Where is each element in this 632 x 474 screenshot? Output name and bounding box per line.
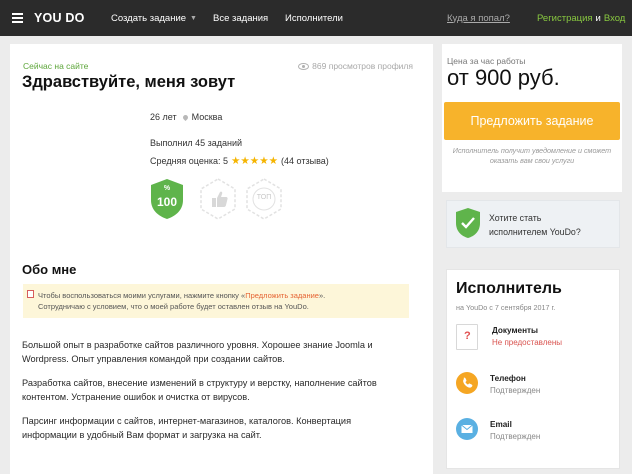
- become-line-1: Хотите стать: [489, 213, 542, 223]
- calendar-icon: [27, 290, 34, 298]
- login-link[interactable]: Вход: [604, 13, 626, 24]
- register-link[interactable]: Регистрация: [537, 13, 593, 24]
- menu-icon[interactable]: [12, 0, 23, 36]
- rating-label: Средняя оценка: 5: [150, 156, 228, 166]
- greeting-heading: Здравствуйте, меня зовут: [22, 73, 236, 91]
- offer-task-button[interactable]: Предложить задание: [444, 102, 620, 140]
- badge-percent: %: [163, 185, 171, 192]
- documents-row: ? Документы Не предоставлены: [456, 324, 562, 350]
- email-row: Email Подтвержден: [456, 418, 540, 441]
- nav-create-task[interactable]: Создать задание ▼: [111, 0, 197, 36]
- email-title: Email: [490, 420, 512, 429]
- executor-card: Исполнитель на YouDo с 7 сентября 2017 г…: [446, 269, 620, 469]
- nav-all-tasks[interactable]: Все задания: [213, 0, 268, 36]
- shield-check-icon: [456, 208, 480, 238]
- thumbs-up-badge[interactable]: [199, 178, 237, 225]
- notice-offer-link[interactable]: Предложить задание: [245, 291, 319, 300]
- city-text: Москва: [191, 112, 223, 122]
- about-paragraph: Разработка сайтов, внесение изменений в …: [22, 378, 377, 402]
- rating-stars-icon: ★★★★★: [230, 155, 279, 167]
- profile-views: 869 просмотров профиля: [298, 61, 413, 71]
- executor-title: Исполнитель: [456, 280, 562, 297]
- top-navigation-bar: YOU DO Создать задание ▼ Все задания Исп…: [0, 0, 632, 36]
- profile-views-text: 869 просмотров профиля: [312, 61, 413, 71]
- become-executor-text: Хотите стать исполнителем YouDo?: [489, 211, 581, 239]
- nav-create-task-label: Создать задание: [111, 12, 187, 24]
- online-status: Сейчас на сайте: [23, 61, 89, 71]
- become-executor-card[interactable]: Хотите стать исполнителем YouDo?: [446, 200, 620, 248]
- phone-glyph: [463, 377, 473, 388]
- profile-card: Сейчас на сайте 869 просмотров профиля З…: [10, 44, 433, 474]
- eye-icon: [298, 62, 310, 70]
- auth-links: Регистрация и Вход: [537, 0, 625, 36]
- about-notice: Чтобы воспользоваться моими услугами, на…: [23, 284, 409, 318]
- phone-title: Телефон: [490, 374, 526, 383]
- phone-status: Подтвержден: [490, 386, 541, 395]
- price-card: Цена за час работы от 900 руб. Предложит…: [442, 44, 622, 192]
- where-am-i-link[interactable]: Куда я попал?: [447, 0, 510, 36]
- age-text: 26 лет: [150, 112, 177, 122]
- notice-text-before: Чтобы воспользоваться моими услугами, на…: [38, 291, 246, 300]
- location-pin-icon: [181, 113, 189, 121]
- notice-line-2: Сотрудничаю с условием, что о моей работ…: [38, 302, 309, 311]
- caret-down-icon: ▼: [190, 14, 197, 22]
- documents-title: Документы: [492, 326, 539, 335]
- documents-status: Не предоставлены: [492, 338, 562, 347]
- top-badge-label: ТОП: [256, 194, 272, 201]
- about-paragraph: Парсинг информации с сайтов, интернет-ма…: [22, 416, 352, 440]
- become-line-2: исполнителем YouDo?: [489, 227, 581, 237]
- auth-separator: и: [595, 12, 601, 24]
- document-icon: ?: [456, 324, 478, 350]
- badge-score: 100: [156, 195, 178, 209]
- top-badge[interactable]: ТОП: [245, 178, 283, 225]
- about-paragraph: Большой опыт в разработке сайтов различн…: [22, 340, 373, 364]
- envelope-glyph: [461, 424, 473, 433]
- phone-row: Телефон Подтвержден: [456, 372, 540, 395]
- nav-executors[interactable]: Исполнители: [285, 0, 343, 36]
- percent-100-badge[interactable]: % 100: [149, 178, 185, 225]
- phone-icon: [456, 372, 478, 394]
- rating-row: Средняя оценка: 5 ★★★★★ (44 отзыва): [150, 155, 329, 167]
- youdo-logo[interactable]: YOU DO: [34, 0, 85, 36]
- about-heading: Обо мне: [22, 262, 77, 277]
- completed-tasks: Выполнил 45 заданий: [150, 138, 243, 148]
- age-location: 26 лет Москва: [150, 112, 222, 122]
- price-value: от 900 руб.: [447, 65, 560, 90]
- email-status: Подтвержден: [490, 432, 541, 441]
- reviews-link[interactable]: (44 отзыва): [281, 156, 329, 166]
- thumbs-up-icon: [200, 178, 236, 220]
- notice-text-after: ».: [318, 291, 326, 300]
- executor-since: на YouDo с 7 сентября 2017 г.: [456, 303, 556, 312]
- offer-hint: Исполнитель получит уведомление и сможет…: [452, 146, 612, 165]
- email-icon: [456, 418, 478, 440]
- notice-line-1: Чтобы воспользоваться моими услугами, на…: [38, 290, 409, 301]
